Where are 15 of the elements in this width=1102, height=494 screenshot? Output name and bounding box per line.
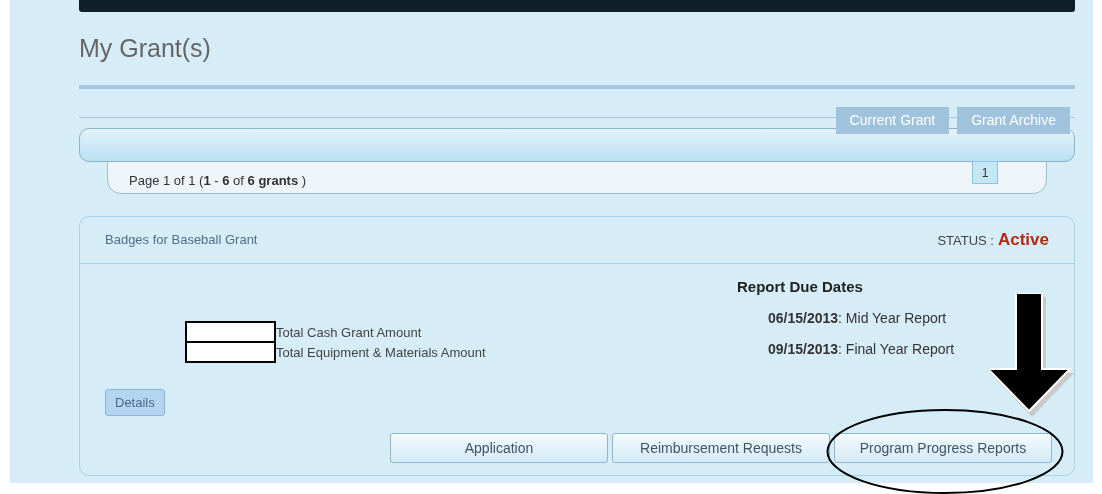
grant-name: Badges for Baseball Grant — [105, 231, 258, 250]
page-summary: Page 1 of 1 (1 - 6 of 6 grants ) — [129, 172, 307, 190]
action-button[interactable]: Program Progress Reports — [834, 433, 1052, 463]
report-name: : Final Year Report — [838, 339, 955, 359]
report-name: : Mid Year Report — [838, 308, 947, 328]
action-button[interactable]: Reimbursement Requests — [612, 433, 830, 463]
status-label: STATUS : — [937, 232, 994, 251]
action-button[interactable]: Application — [390, 433, 608, 463]
amount-label: Total Equipment & Materials Amount — [276, 344, 486, 363]
details-button[interactable]: Details — [105, 389, 165, 416]
status-value: Active — [997, 229, 1049, 252]
page-title: My Grant(s) — [79, 33, 212, 63]
amount-label: Total Cash Grant Amount — [276, 324, 422, 343]
page-number-button[interactable]: 1 — [972, 161, 998, 184]
report-heading: Report Due Dates — [737, 277, 864, 297]
